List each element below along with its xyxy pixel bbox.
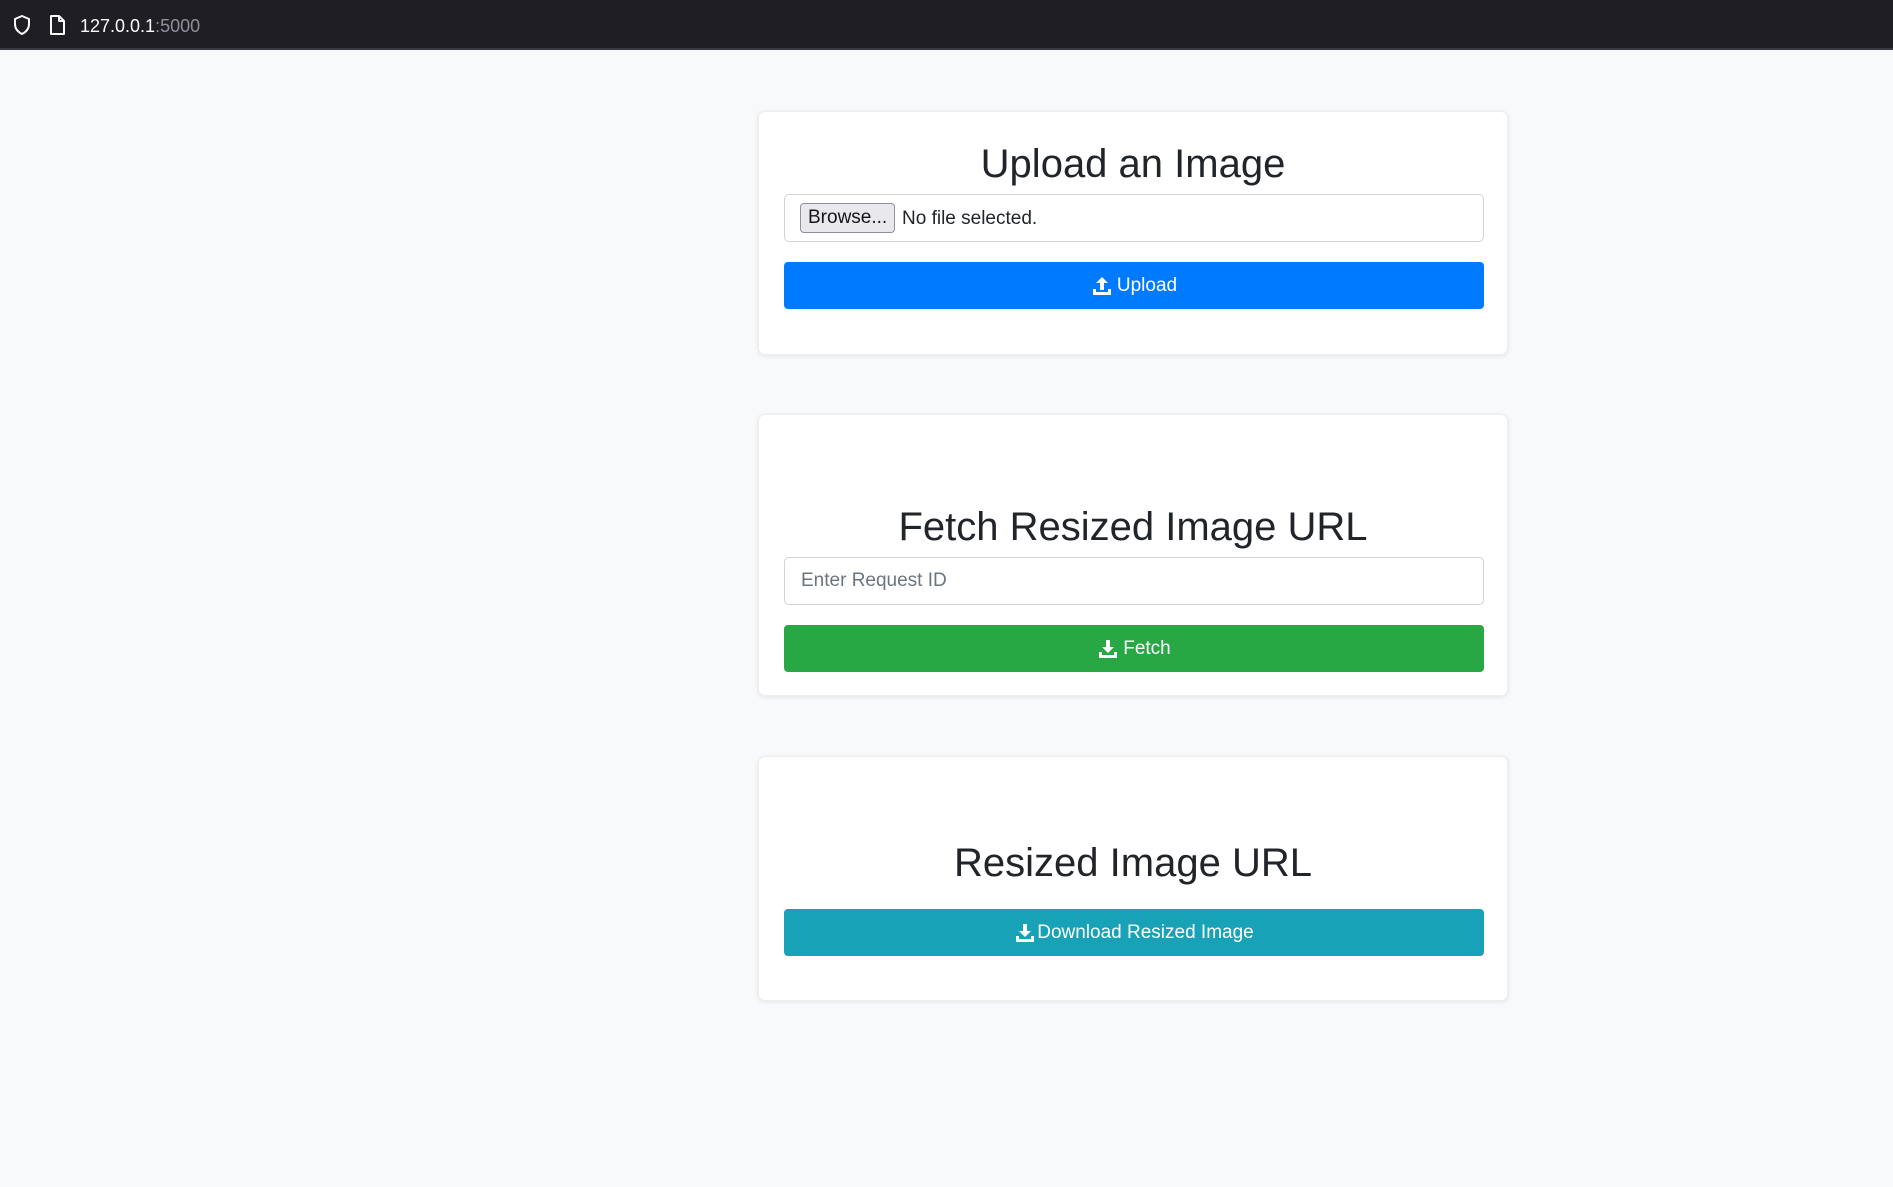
upload-card: Upload an Image Browse... No file select…	[758, 111, 1508, 355]
download-card: Resized Image URL Download Resized Image	[758, 756, 1508, 1001]
fetch-card-title: Fetch Resized Image URL	[898, 505, 1368, 549]
download-icon	[1016, 923, 1035, 942]
file-input[interactable]: Browse... No file selected.	[784, 194, 1484, 242]
upload-card-title: Upload an Image	[980, 142, 1286, 186]
download-icon	[1099, 639, 1118, 658]
request-id-field	[784, 557, 1484, 605]
page-icon[interactable]	[46, 14, 68, 36]
request-id-input[interactable]	[785, 558, 1483, 604]
shield-icon[interactable]	[11, 14, 33, 36]
download-button-label: Download Resized Image	[1037, 921, 1254, 943]
upload-button-label: Upload	[1116, 274, 1178, 296]
browser-toolbar: 127.0.0.1:5000	[0, 0, 1893, 50]
address-bar-url[interactable]: 127.0.0.1:5000	[80, 15, 200, 37]
fetch-button-label: Fetch	[1123, 637, 1171, 659]
fetch-button[interactable]: Fetch	[784, 625, 1484, 672]
fetch-card: Fetch Resized Image URL Fetch	[758, 414, 1508, 696]
download-resized-image-button[interactable]: Download Resized Image	[784, 909, 1484, 956]
upload-icon	[1092, 276, 1111, 295]
file-status-text: No file selected.	[902, 208, 1038, 229]
browse-button[interactable]: Browse...	[800, 203, 896, 233]
url-host: 127.0.0.1	[80, 16, 156, 36]
download-card-title: Resized Image URL	[954, 841, 1312, 885]
url-port: :5000	[155, 16, 201, 36]
upload-button[interactable]: Upload	[784, 262, 1484, 309]
